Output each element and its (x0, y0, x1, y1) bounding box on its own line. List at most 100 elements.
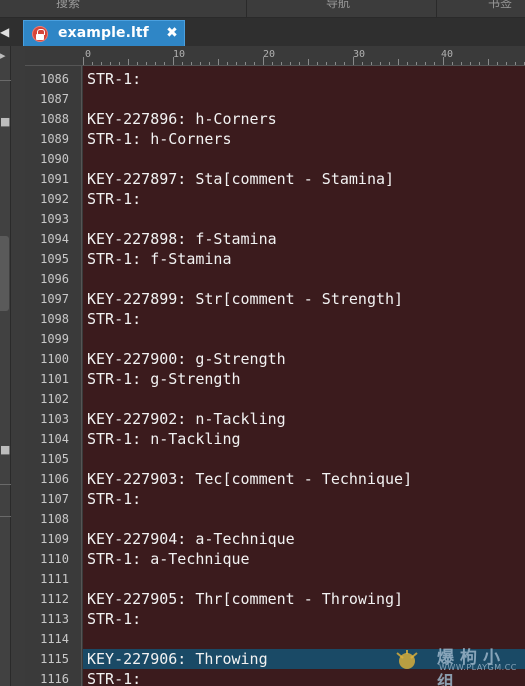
editor-line[interactable]: 1087 (25, 89, 525, 109)
line-number: 1087 (40, 92, 69, 106)
ruler-tick (83, 57, 84, 65)
ruler-tick (443, 57, 444, 65)
tab-title: example.ltf (58, 25, 149, 41)
ruler-tick (155, 62, 156, 65)
line-number: 1098 (40, 312, 69, 326)
editor-line[interactable]: 1101 STR-1: g-Strength (25, 369, 525, 389)
ruler-tick (173, 57, 174, 65)
gutter-gap (11, 46, 25, 686)
ruler-tick (407, 62, 408, 65)
ruler-tick (110, 62, 111, 65)
ruler-tick (281, 62, 282, 65)
ruler-tick (434, 62, 435, 65)
line-text: KEY-227903: Tec[comment - Technique] (87, 470, 413, 488)
tab-bar: ◀ example.ltf ✖ (0, 18, 525, 46)
line-text: STR-1: (87, 310, 142, 328)
sidebar-marker-icon[interactable]: ■ (0, 116, 10, 128)
editor-line[interactable]: 1104 STR-1: n-Tackling (25, 429, 525, 449)
editor-line[interactable]: 1108 (25, 509, 525, 529)
editor-line[interactable]: 1096 (25, 269, 525, 289)
editor-line[interactable]: 1111 (25, 569, 525, 589)
editor-line[interactable]: 1113 STR-1: (25, 609, 525, 629)
line-number: 1110 (40, 552, 69, 566)
editor-line[interactable]: 1099 (25, 329, 525, 349)
editor-line[interactable]: 1112 KEY-227905: Thr[comment - Throwing] (25, 589, 525, 609)
panel-title-bookmarks[interactable]: 书签 (488, 0, 512, 11)
sidebar-panel-button[interactable] (0, 236, 9, 311)
ruler-tick (299, 62, 300, 65)
ruler-tick (182, 62, 183, 65)
line-number: 1116 (40, 672, 69, 686)
line-text: STR-1: (87, 490, 142, 508)
panel-divider (246, 0, 247, 17)
editor-line[interactable]: 1092 STR-1: (25, 189, 525, 209)
editor-line[interactable]: 1106 KEY-227903: Tec[comment - Technique] (25, 469, 525, 489)
ruler-tick (164, 62, 165, 65)
editor-line[interactable]: 1102 (25, 389, 525, 409)
editor-line[interactable]: 1090 (25, 149, 525, 169)
ruler-label: 20 (263, 49, 276, 60)
line-text: STR-1: (87, 190, 142, 208)
line-number: 1097 (40, 292, 69, 306)
editor-line[interactable]: 1095 STR-1: f-Stamina (25, 249, 525, 269)
ruler-tick (227, 62, 228, 65)
line-text: KEY-227896: h-Corners (87, 110, 277, 128)
line-number: 1106 (40, 472, 69, 486)
line-number: 1100 (40, 352, 69, 366)
sidebar-marker-icon[interactable]: ■ (0, 444, 10, 456)
ruler-tick (317, 62, 318, 65)
line-text: KEY-227902: n-Tackling (87, 410, 286, 428)
line-number: 1090 (40, 152, 69, 166)
editor-line[interactable]: 1093 (25, 209, 525, 229)
editor-line[interactable]: 1107 STR-1: (25, 489, 525, 509)
line-number: 1092 (40, 192, 69, 206)
watermark-url: WWW.PLAYGM.CC (439, 663, 517, 672)
watermark: 爆枸小组 WWW.PLAYGM.CC (395, 645, 520, 686)
line-number: 1089 (40, 132, 69, 146)
editor-line[interactable]: 1110 STR-1: a-Technique (25, 549, 525, 569)
panel-title-search[interactable]: 搜索 (56, 0, 80, 11)
editor-line[interactable]: 1103 KEY-227902: n-Tackling (25, 409, 525, 429)
editor-line[interactable]: 1109 KEY-227904: a-Technique (25, 529, 525, 549)
panel-divider (436, 0, 437, 17)
ruler-tick (371, 62, 372, 65)
line-text: STR-1: (87, 70, 142, 88)
close-icon[interactable]: ✖ (165, 26, 179, 40)
ruler-label: 30 (353, 49, 366, 60)
editor-line[interactable]: 1098 STR-1: (25, 309, 525, 329)
ruler-tick (344, 62, 345, 65)
line-number: 1104 (40, 432, 69, 446)
line-number: 1115 (40, 652, 69, 666)
line-number: 1103 (40, 412, 69, 426)
editor-line[interactable]: 1091 KEY-227897: Sta[comment - Stamina] (25, 169, 525, 189)
ruler-tick (245, 62, 246, 65)
line-number: 1111 (40, 572, 69, 586)
ruler-tick (398, 59, 399, 65)
line-number: 1101 (40, 372, 69, 386)
ruler-tick (515, 62, 516, 65)
watermark-logo-icon (396, 650, 418, 669)
editor-line[interactable]: 1094 KEY-227898: f-Stamina (25, 229, 525, 249)
tab-scroll-left-icon[interactable]: ◀ (0, 24, 10, 40)
sidebar-divider (0, 516, 11, 517)
ruler-label: 10 (173, 49, 186, 60)
editor-line[interactable]: 1097 KEY-227899: Str[comment - Strength] (25, 289, 525, 309)
editor-line[interactable]: 1105 (25, 449, 525, 469)
lock-icon (32, 26, 48, 42)
panel-title-navigation[interactable]: 导航 (326, 0, 350, 11)
line-number: 1091 (40, 172, 69, 186)
sidebar-divider (0, 484, 11, 485)
ruler-tick (218, 59, 219, 65)
ruler-tick (326, 62, 327, 65)
line-text: STR-1: h-Corners (87, 130, 232, 148)
line-text: STR-1: (87, 670, 142, 686)
line-number: 1109 (40, 532, 69, 546)
editor-line[interactable]: 1086 STR-1: (25, 69, 525, 89)
editor-line[interactable]: 1100 KEY-227900: g-Strength (25, 349, 525, 369)
sidebar-arrow-icon[interactable]: ▸ (0, 50, 8, 62)
tab-example-ltf[interactable]: example.ltf ✖ (23, 20, 185, 46)
editor-line[interactable]: 1088 KEY-227896: h-Corners (25, 109, 525, 129)
editor-line[interactable]: 1089 STR-1: h-Corners (25, 129, 525, 149)
ruler-tick (425, 62, 426, 65)
ruler-tick (470, 62, 471, 65)
